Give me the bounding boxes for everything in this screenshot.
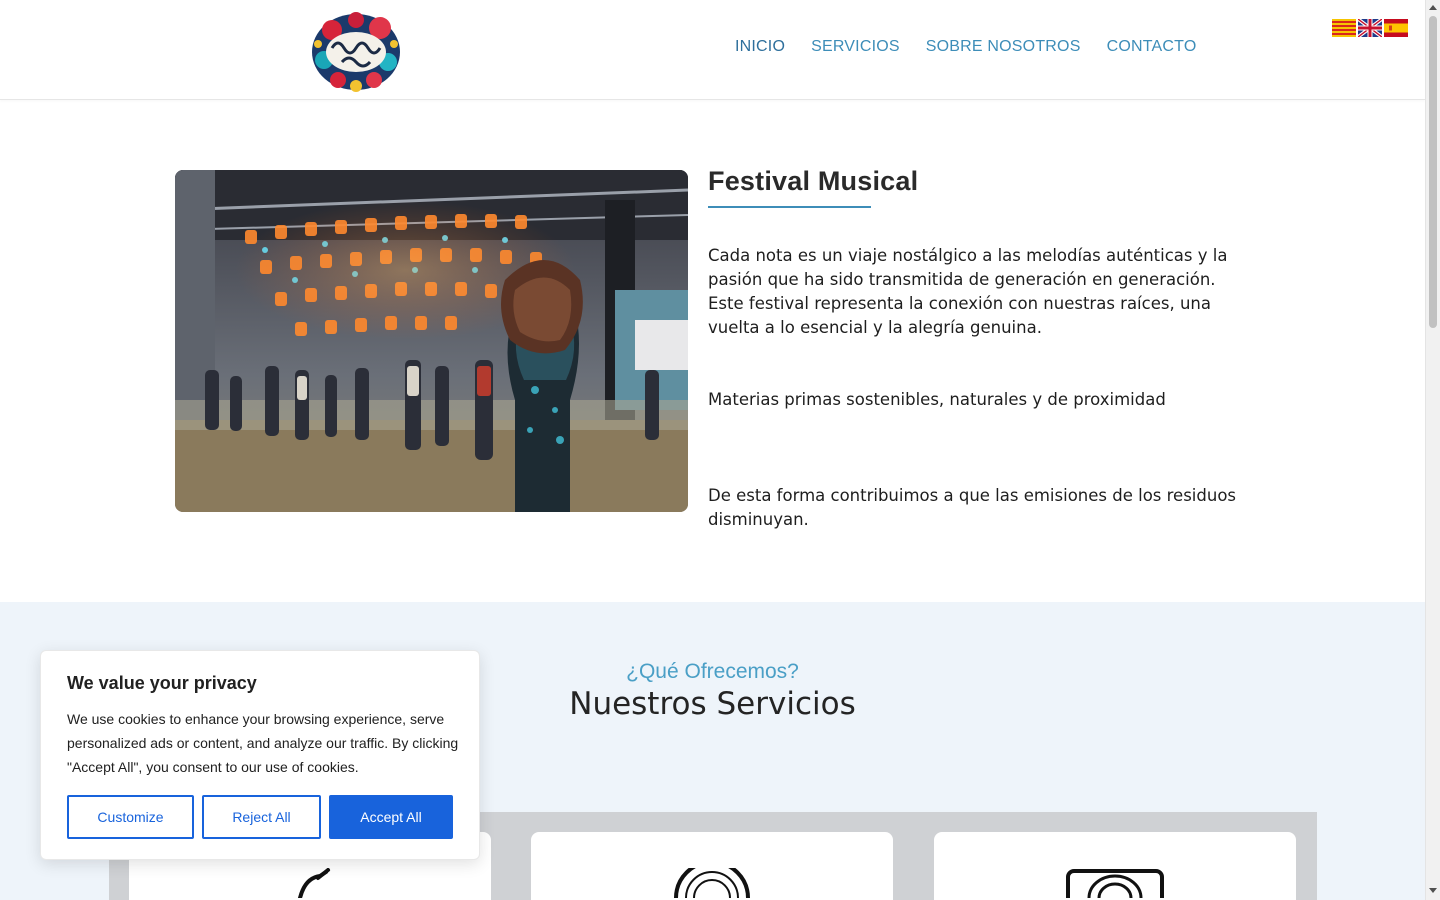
service-card-3[interactable] [934, 832, 1296, 900]
language-switcher [1332, 19, 1408, 37]
scroll-up-arrow-icon[interactable] [1429, 5, 1437, 10]
cookie-consent-banner: We value your privacy We use cookies to … [40, 650, 480, 860]
scroll-down-arrow-icon[interactable] [1429, 888, 1437, 893]
guitar-icon [298, 868, 330, 898]
logo-graphic [312, 12, 400, 92]
nav-contacto[interactable]: CONTACTO [1107, 38, 1197, 56]
cookie-title: We value your privacy [67, 673, 257, 693]
title-underline [708, 206, 871, 208]
spanish-flag-icon[interactable] [1384, 19, 1408, 37]
scrollbar-thumb[interactable] [1429, 16, 1437, 328]
nav-servicios[interactable]: SERVICIOS [811, 38, 900, 56]
nav-sobre-nosotros[interactable]: SOBRE NOSOTROS [926, 38, 1081, 56]
festival-paragraph-1: Cada nota es un viaje nostálgico a las m… [708, 246, 1228, 337]
speaker-icon [1066, 869, 1164, 898]
accept-all-button[interactable]: Accept All [329, 795, 453, 839]
customize-button[interactable]: Customize [67, 795, 194, 839]
cookie-text: We use cookies to enhance your browsing … [67, 711, 459, 775]
nav-inicio[interactable]: INICIO [735, 38, 785, 56]
service-card-2[interactable] [531, 832, 893, 900]
site-logo[interactable] [308, 8, 404, 92]
site-header: INICIO SERVICIOS SOBRE NOSOTROS CONTACTO [0, 0, 1425, 100]
festival-paragraph-3: De esta forma contribuimos a que las emi… [708, 486, 1237, 529]
vinyl-record-icon [674, 868, 750, 898]
festival-photo [175, 170, 688, 512]
festival-title: Festival Musical [708, 166, 919, 196]
festival-paragraph-2: Materias primas sostenibles, naturales y… [708, 390, 1166, 409]
reject-all-button[interactable]: Reject All [202, 795, 321, 839]
page-scrollbar[interactable] [1425, 0, 1440, 900]
main-nav: INICIO SERVICIOS SOBRE NOSOTROS CONTACTO [735, 38, 1222, 56]
catalan-flag-icon[interactable] [1332, 19, 1356, 37]
uk-flag-icon[interactable] [1358, 19, 1382, 37]
